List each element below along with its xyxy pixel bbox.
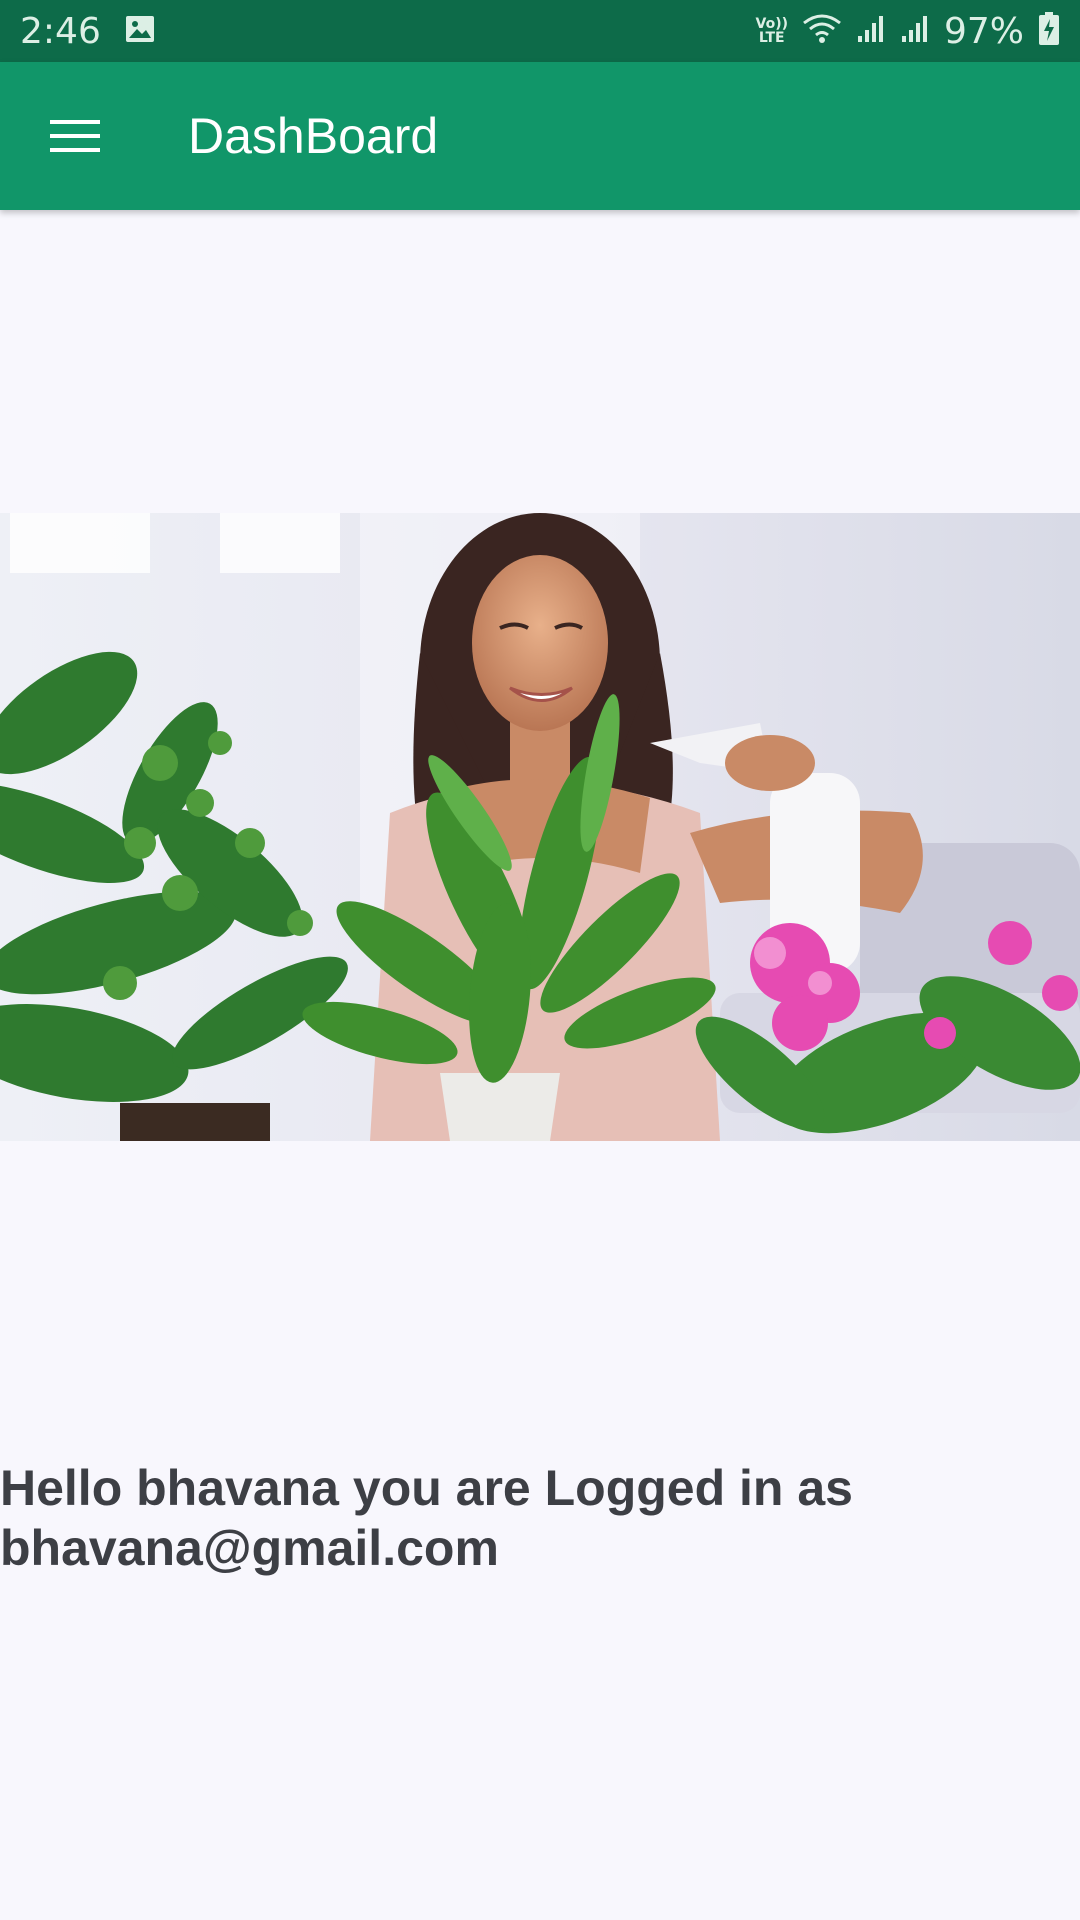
signal-icon	[856, 14, 886, 48]
app-title: DashBoard	[188, 108, 439, 164]
signal-icon	[900, 14, 930, 48]
volte-icon: Vo)) LTE	[755, 16, 788, 46]
status-time: 2:46	[20, 10, 101, 52]
wifi-icon	[802, 13, 842, 49]
greeting-text: Hello bhavana you are Logged in as bhava…	[0, 1458, 1060, 1578]
battery-percent: 97%	[943, 10, 1024, 52]
status-bar: 2:46 Vo)) LTE 97%	[0, 0, 1080, 62]
hero-image	[0, 513, 1080, 1141]
status-right: Vo)) LTE 97%	[756, 11, 1061, 52]
app-bar: DashBoard	[0, 62, 1080, 210]
greeting-line-1: Hello bhavana you are Logged in as	[0, 1460, 853, 1516]
hamburger-menu-icon[interactable]	[20, 81, 130, 191]
image-notification-icon	[125, 14, 155, 48]
battery-charging-icon	[1038, 12, 1060, 50]
greeting-email: bhavana@gmail.com	[0, 1520, 499, 1576]
status-left: 2:46	[20, 11, 155, 52]
